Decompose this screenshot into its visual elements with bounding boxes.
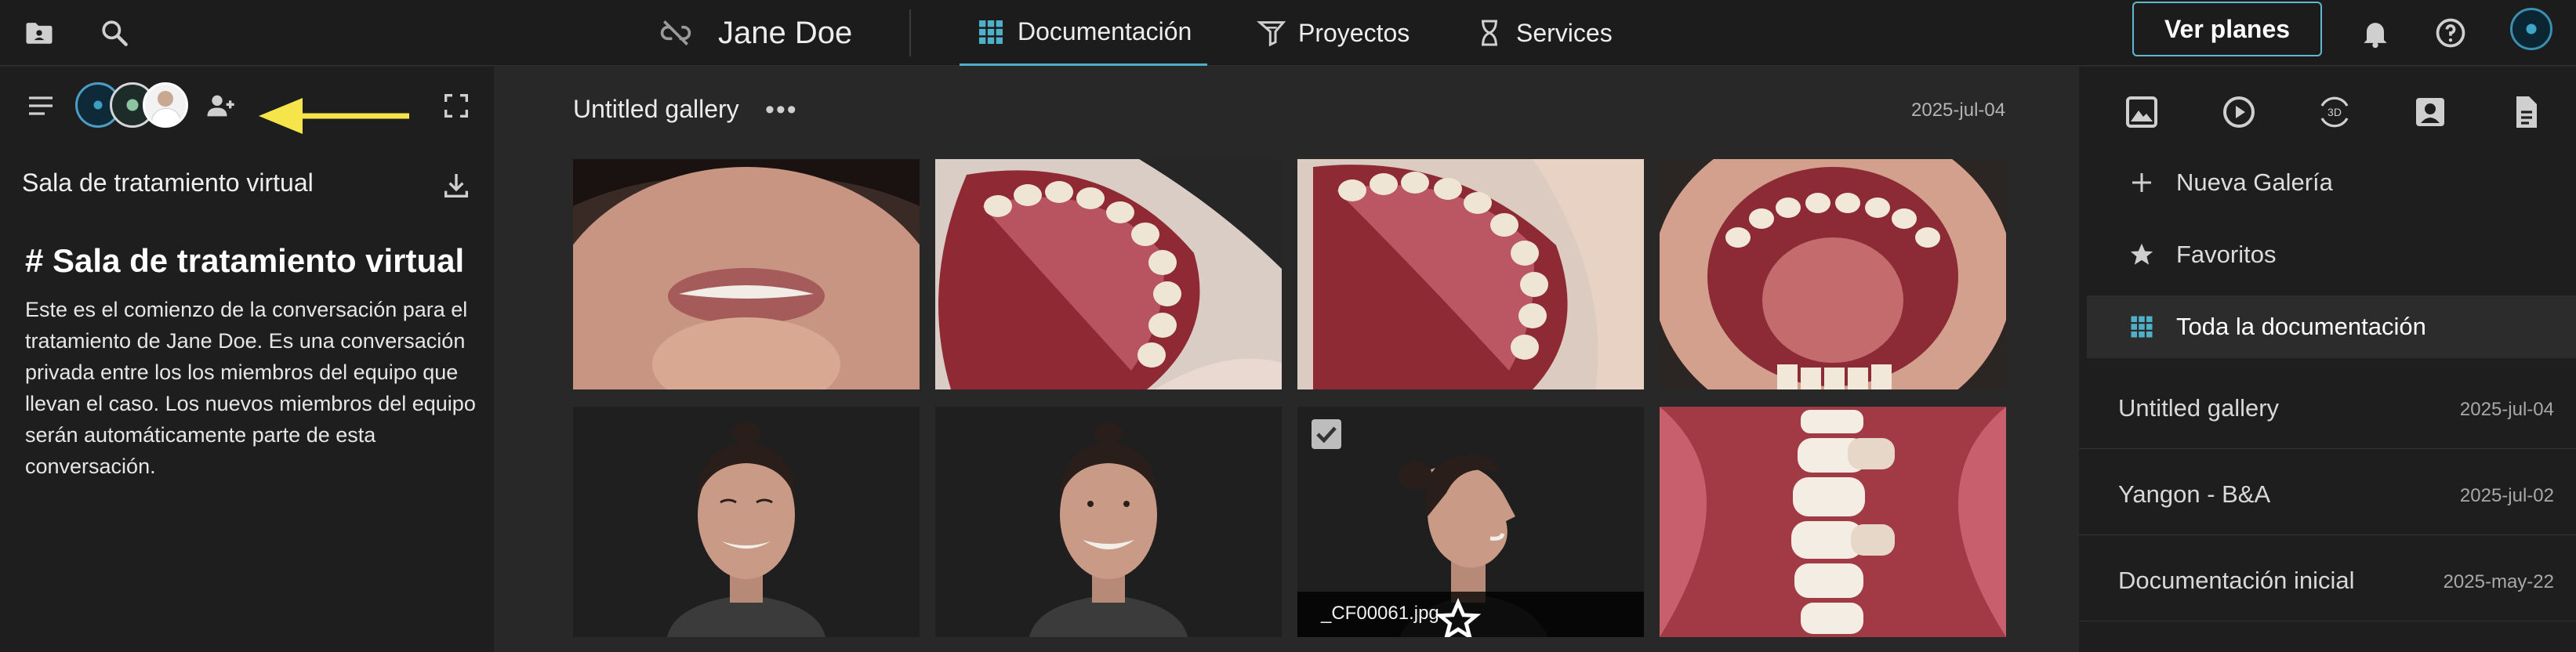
gallery-list-date: 2025-may-22 xyxy=(2443,571,2554,592)
download-icon[interactable] xyxy=(436,165,477,206)
fullscreen-icon[interactable] xyxy=(436,85,477,126)
favorite-star-icon[interactable] xyxy=(1297,598,1631,637)
help-icon[interactable] xyxy=(2430,13,2471,53)
project-filter-icon xyxy=(1257,21,1286,47)
room-description: Este es el comienzo de la conversación p… xyxy=(25,298,476,478)
gallery-list-item[interactable]: Documentación inicial 2025-may-22 xyxy=(2079,543,2576,621)
image-icon[interactable] xyxy=(2118,89,2165,136)
tab-proyectos-label: Proyectos xyxy=(1298,18,1410,47)
more-options-button[interactable]: ••• xyxy=(765,95,798,125)
tab-services-label: Services xyxy=(1516,18,1613,47)
gallery-date: 2025-jul-04 xyxy=(1911,100,2006,121)
gallery-list-date: 2025-jul-04 xyxy=(2459,399,2554,420)
3d-icon[interactable]: 3D xyxy=(2311,89,2358,136)
photo-smile-chin-view xyxy=(573,159,920,389)
unlink-icon[interactable] xyxy=(655,13,696,53)
documentation-sidebar: 3D Nueva Galería Favoritos Toda la docum… xyxy=(2079,67,2576,652)
gallery-photo[interactable] xyxy=(1297,159,1644,389)
favorites-item[interactable]: Favoritos xyxy=(2079,223,2576,286)
photo-occlusal-upper-2 xyxy=(1297,159,1644,389)
plus-icon xyxy=(2126,167,2157,198)
gallery-photo-selected[interactable]: _CF00061.jpg xyxy=(1297,407,1644,637)
user-avatar[interactable] xyxy=(2510,8,2552,50)
tab-proyectos[interactable]: Proyectos xyxy=(1256,0,1410,66)
arrow-annotation xyxy=(259,98,409,134)
gallery-area: Untitled gallery ••• 2025-jul-04 _CF0006… xyxy=(495,67,2078,652)
top-bar: Jane Doe Documentación Proyectos Service… xyxy=(0,0,2576,66)
gallery-list-name: Untitled gallery xyxy=(2118,394,2280,422)
gallery-list-name: Documentación inicial xyxy=(2118,567,2355,594)
header-divider xyxy=(909,9,911,56)
selection-checkbox[interactable] xyxy=(1312,419,1341,449)
tab-services[interactable]: Services xyxy=(1474,0,1613,66)
gallery-photo[interactable] xyxy=(1660,407,2006,637)
grid-icon xyxy=(979,20,1003,44)
bell-icon[interactable] xyxy=(2355,13,2396,53)
gallery-photo[interactable] xyxy=(573,159,920,389)
gallery-photo[interactable] xyxy=(935,159,1282,389)
favorites-label: Favoritos xyxy=(2176,241,2277,268)
treatment-room-panel: Sala de tratamiento virtual # Sala de tr… xyxy=(0,67,494,652)
menu-icon[interactable] xyxy=(20,85,61,126)
all-documentation-item[interactable]: Toda la documentación xyxy=(2087,295,2576,358)
gallery-title[interactable]: Untitled gallery xyxy=(573,95,739,124)
gallery-photo[interactable] xyxy=(1660,159,2006,389)
photo-occlusal-upper xyxy=(935,159,1282,389)
gallery-list-item[interactable]: Untitled gallery 2025-jul-04 xyxy=(2079,371,2576,449)
gallery-list-date: 2025-jul-02 xyxy=(2459,485,2554,506)
all-documentation-label: Toda la documentación xyxy=(2176,313,2426,340)
tab-documentacion-label: Documentación xyxy=(1018,17,1192,45)
add-user-icon[interactable] xyxy=(201,85,241,126)
hourglass-icon xyxy=(1482,20,1497,46)
tab-documentacion[interactable]: Documentación xyxy=(960,0,1208,66)
portrait-icon[interactable] xyxy=(2407,89,2454,136)
patient-folder-icon[interactable] xyxy=(19,13,60,53)
room-heading: # Sala de tratamiento virtual xyxy=(25,242,465,279)
check-icon xyxy=(1316,426,1337,444)
video-play-icon[interactable] xyxy=(2215,89,2262,136)
photo-caption-bar: _CF00061.jpg xyxy=(1297,592,1644,637)
grid-icon xyxy=(2126,311,2157,342)
photo-frontal-smile xyxy=(573,407,920,637)
document-icon[interactable] xyxy=(2502,89,2549,136)
patient-name[interactable]: Jane Doe xyxy=(718,9,852,56)
photo-occlusal-lower xyxy=(1660,159,2006,389)
ver-planes-button[interactable]: Ver planes xyxy=(2132,2,2322,56)
photo-frontal-smile-2 xyxy=(935,407,1282,637)
star-icon xyxy=(2126,239,2157,270)
team-member-avatar[interactable] xyxy=(143,82,188,128)
room-title: Sala de tratamiento virtual xyxy=(22,168,314,197)
new-gallery-button[interactable]: Nueva Galería xyxy=(2079,151,2576,214)
search-icon[interactable] xyxy=(94,13,135,53)
gallery-list-name: Yangon - B&A xyxy=(2118,480,2271,508)
gallery-photo[interactable] xyxy=(573,407,920,637)
new-gallery-label: Nueva Galería xyxy=(2176,168,2333,196)
gallery-list-item[interactable]: Yangon - B&A 2025-jul-02 xyxy=(2079,457,2576,535)
3d-label: 3D xyxy=(2327,106,2342,118)
gallery-photo[interactable] xyxy=(935,407,1282,637)
photo-intraoral-closeup xyxy=(1660,407,2006,637)
